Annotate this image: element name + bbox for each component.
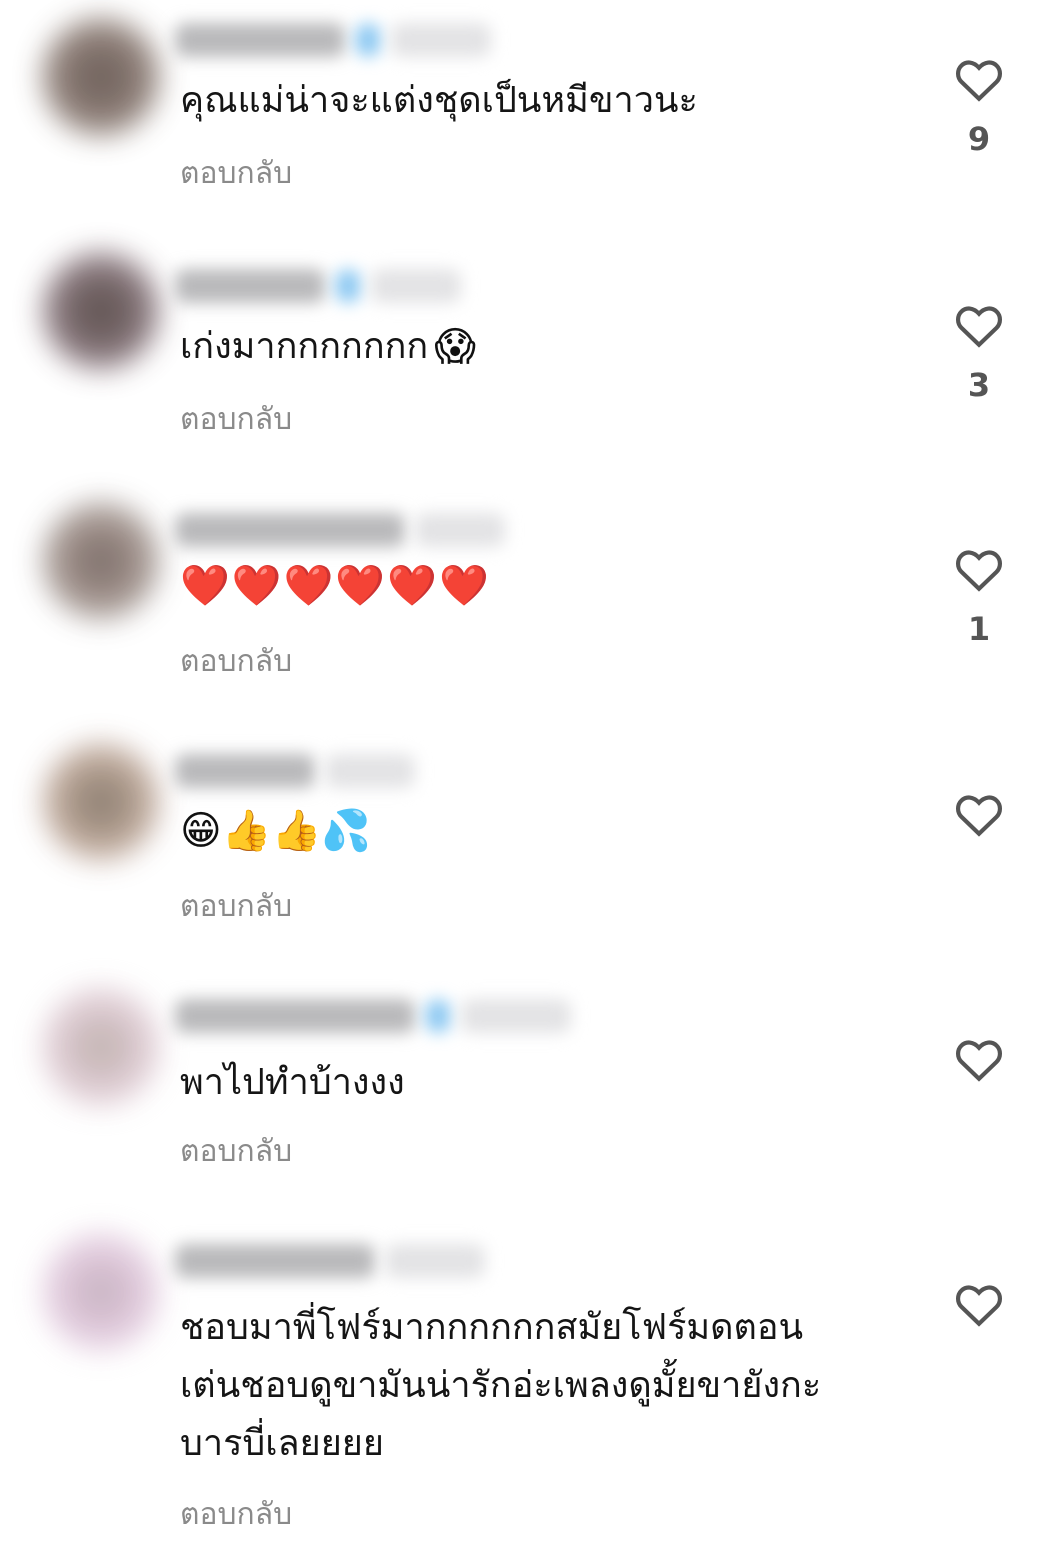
timestamp-blurred [461, 999, 571, 1033]
username-blurred[interactable] [175, 999, 415, 1033]
verified-badge-blurred [335, 269, 361, 303]
heart-outline-icon [955, 60, 1003, 102]
comment-item: พาไปทำบ้างงง ตอบกลับ [0, 970, 1055, 1200]
emoji: 😱 [434, 324, 476, 370]
avatar[interactable] [42, 743, 160, 861]
comment-meta-blurred [175, 1237, 485, 1285]
comment-item: คุณแม่น่าจะแต่งชุดเป็นหมีขาวนะ ตอบกลับ 9 [0, 0, 1055, 230]
comment-text: พาไปทำบ้างงง [180, 1062, 405, 1103]
comment-body: 😁👍👍💦 [180, 807, 371, 854]
reply-button[interactable]: ตอบกลับ [180, 396, 292, 443]
emoji: 😁👍👍💦 [180, 808, 372, 854]
username-blurred[interactable] [175, 513, 405, 547]
username-blurred[interactable] [175, 1244, 375, 1278]
reply-button[interactable]: ตอบกลับ [180, 638, 292, 685]
avatar[interactable] [42, 252, 160, 370]
comment-body: ❤️❤️❤️❤️❤️❤️ [180, 562, 491, 609]
comment-meta-blurred [175, 747, 415, 795]
verified-badge-blurred [355, 23, 381, 57]
comment-text: คุณแม่น่าจะแต่งชุดเป็นหมีขาวนะ [180, 80, 698, 121]
reply-button[interactable]: ตอบกลับ [180, 1491, 292, 1538]
like-count: 1 [967, 610, 991, 648]
comment-meta-blurred [175, 262, 461, 310]
heart-outline-icon [955, 550, 1003, 592]
like-button[interactable]: 9 [950, 56, 1008, 158]
avatar[interactable] [42, 18, 160, 136]
like-button[interactable]: 1 [950, 546, 1008, 648]
like-button[interactable] [950, 1281, 1008, 1327]
heart-outline-icon [955, 1040, 1003, 1082]
avatar[interactable] [42, 502, 160, 620]
like-button[interactable] [950, 1036, 1008, 1082]
reply-button[interactable]: ตอบกลับ [180, 1128, 292, 1175]
timestamp-blurred [391, 23, 491, 57]
like-button[interactable]: 3 [950, 302, 1008, 404]
emoji: ❤️❤️❤️❤️❤️❤️ [180, 563, 491, 609]
comment-item: ชอบมาพี่โฟร์มากกกกกกสมัยโฟร์มดตอน เต่นชอ… [0, 1215, 1055, 1551]
heart-outline-icon [955, 306, 1003, 348]
comment-meta-blurred [175, 16, 491, 64]
username-blurred[interactable] [175, 269, 325, 303]
username-blurred[interactable] [175, 754, 315, 788]
timestamp-blurred [415, 513, 505, 547]
like-count: 3 [967, 366, 991, 404]
like-count: 9 [967, 120, 991, 158]
reply-button[interactable]: ตอบกลับ [180, 150, 292, 197]
timestamp-blurred [371, 269, 461, 303]
comment-item: 😁👍👍💦 ตอบกลับ [0, 725, 1055, 955]
avatar[interactable] [42, 988, 160, 1106]
comment-text: ชอบมาพี่โฟร์มากกกกกกสมัยโฟร์มดตอน เต่นชอ… [180, 1307, 822, 1464]
comment-meta-blurred [175, 992, 571, 1040]
comment-meta-blurred [175, 506, 505, 554]
like-button[interactable] [950, 791, 1008, 837]
comment-text: เก่งมากกกกกกก [180, 326, 429, 367]
username-blurred[interactable] [175, 23, 345, 57]
reply-button[interactable]: ตอบกลับ [180, 883, 292, 930]
verified-badge-blurred [425, 999, 451, 1033]
comment-body: เก่งมากกกกกกก 😱 [180, 318, 476, 376]
timestamp-blurred [385, 1244, 485, 1278]
comment-item: ❤️❤️❤️❤️❤️❤️ ตอบกลับ 1 [0, 480, 1055, 720]
heart-outline-icon [955, 1285, 1003, 1327]
timestamp-blurred [325, 754, 415, 788]
avatar[interactable] [42, 1233, 160, 1351]
heart-outline-icon [955, 795, 1003, 837]
comment-item: เก่งมากกกกกกก 😱 ตอบกลับ 3 [0, 240, 1055, 470]
